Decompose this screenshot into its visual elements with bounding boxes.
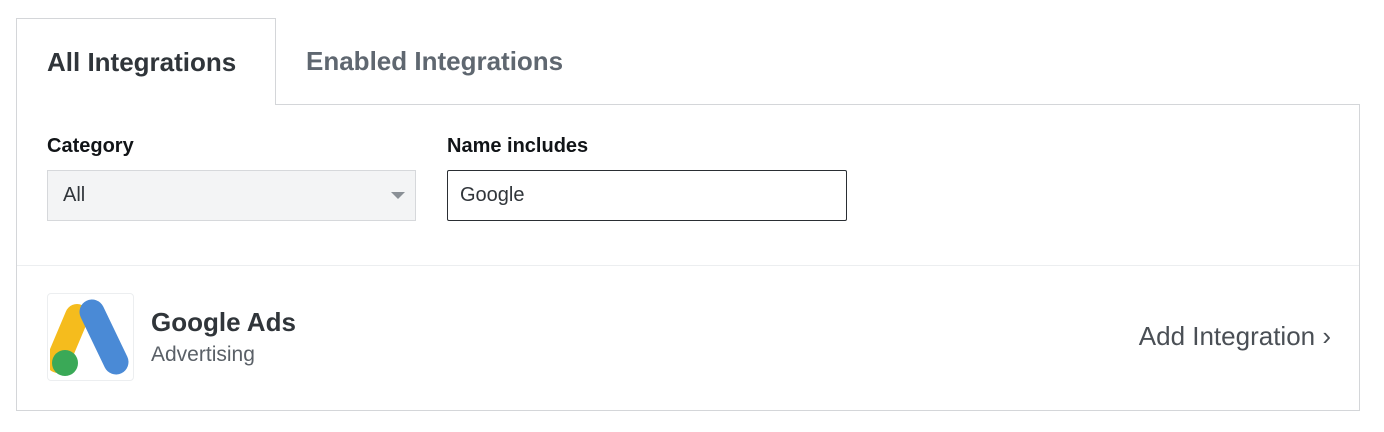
divider <box>17 265 1359 266</box>
google-ads-logo <box>47 293 134 381</box>
integration-category: Advertising <box>151 343 255 366</box>
integrations-panel: Category All Name includes Google Ads Ad… <box>16 104 1360 411</box>
category-label: Category <box>47 135 134 157</box>
google-ads-icon <box>50 299 129 376</box>
add-integration-link[interactable]: Add Integration › <box>1139 321 1331 352</box>
integration-row: Google Ads Advertising Add Integration › <box>47 293 1331 383</box>
name-includes-input[interactable] <box>447 170 847 221</box>
category-select-value: All <box>63 184 86 206</box>
chevron-down-icon <box>391 192 405 199</box>
name-filter: Name includes <box>447 135 847 221</box>
category-filter: Category All <box>47 135 416 221</box>
integration-name: Google Ads <box>151 307 296 337</box>
tab-enabled-integrations[interactable]: Enabled Integrations <box>276 18 593 104</box>
category-select[interactable]: All <box>47 170 416 221</box>
tab-bar: All Integrations Enabled Integrations <box>16 18 593 105</box>
tab-all-integrations[interactable]: All Integrations <box>16 18 276 105</box>
filter-bar: Category All Name includes <box>47 135 847 221</box>
name-includes-label: Name includes <box>447 135 589 157</box>
